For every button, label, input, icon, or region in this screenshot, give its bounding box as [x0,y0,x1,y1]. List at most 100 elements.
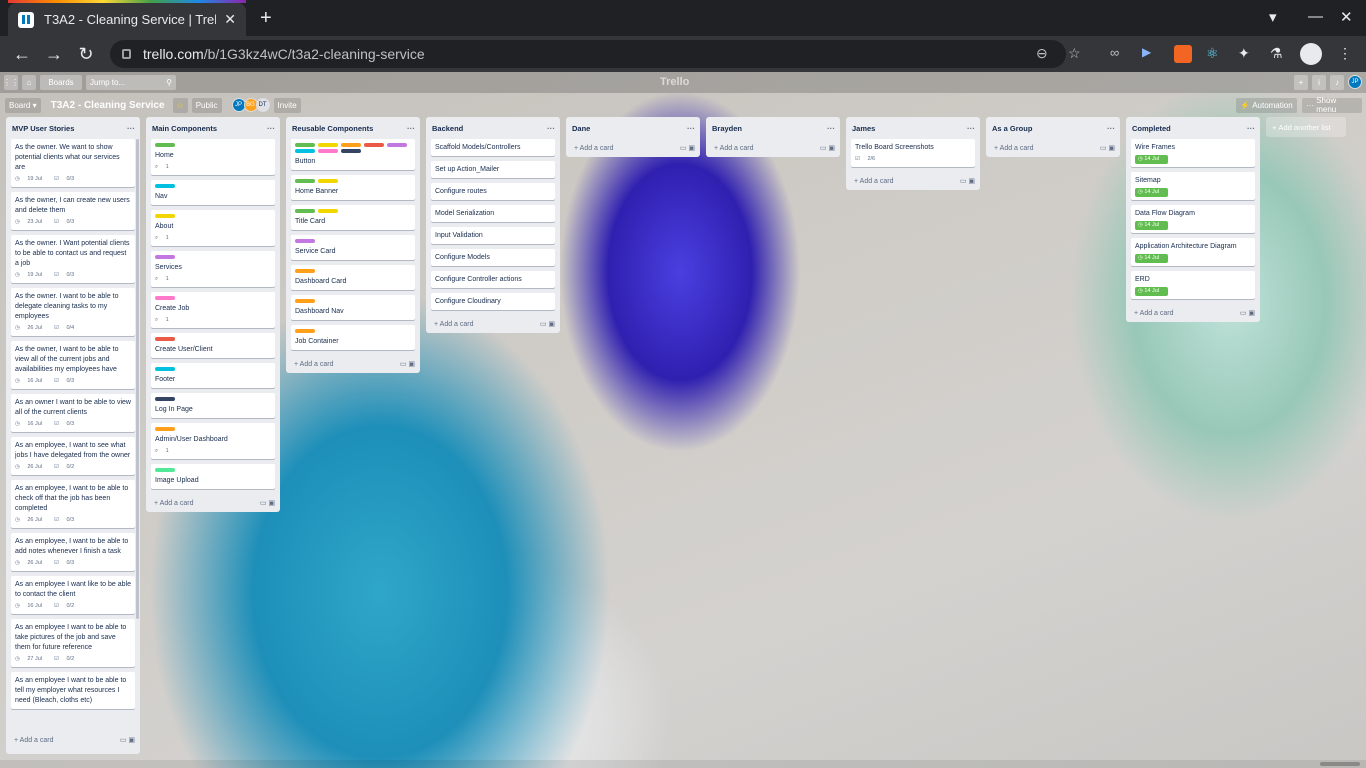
card-template-icon[interactable]: ▭ ▣ [120,736,135,744]
list-menu-icon[interactable]: ··· [547,124,555,133]
card[interactable]: Title Card [291,205,415,230]
profile-avatar-icon[interactable] [1300,43,1322,65]
card-label[interactable] [155,143,175,147]
list-title[interactable]: Main Components [152,124,217,133]
bookmark-star-icon[interactable]: ☆ [1068,45,1081,62]
back-icon[interactable]: ← [6,44,38,65]
list-header[interactable]: Backend ··· [431,117,555,139]
member-avatar[interactable]: DT [255,98,270,112]
list-title[interactable]: Reusable Components [292,124,373,133]
card[interactable]: As an employee, I want to be able to add… [11,533,135,571]
card[interactable]: Service Card [291,235,415,260]
card[interactable]: As the owner, I want to be able to view … [11,341,135,389]
reload-icon[interactable]: ↻ [70,44,102,65]
tab-search-icon[interactable]: ▾ [1269,8,1277,26]
card-label[interactable] [295,209,315,213]
card-label[interactable] [295,179,315,183]
card[interactable]: As the owner, I can create new users and… [11,192,135,230]
list-header[interactable]: As a Group ··· [991,117,1115,139]
add-card-button[interactable]: + Add a card [714,145,754,152]
card-label[interactable] [341,149,361,153]
list-menu-icon[interactable]: ··· [1247,124,1255,133]
card[interactable]: Admin/User Dashboard ⌕ 1 [151,423,275,459]
labs-flask-icon[interactable]: ⚗ [1270,45,1288,63]
card-label[interactable] [295,299,315,303]
browser-menu-icon[interactable]: ⋮ [1338,45,1356,63]
card[interactable]: As an employee I want to be able to tell… [11,672,135,709]
address-bar[interactable]: trello.com /b/1G3kz4wC/t3a2-cleaning-ser… [110,40,1081,68]
card[interactable]: Dashboard Nav [291,295,415,320]
card-label[interactable] [318,179,338,183]
list-menu-icon[interactable]: ··· [827,124,835,133]
card[interactable]: As an employee, I want to see what jobs … [11,437,135,475]
card-label[interactable] [295,239,315,243]
card-label[interactable] [318,209,338,213]
card[interactable]: Image Upload [151,464,275,489]
card[interactable]: Application Architecture Diagram ◷ 14 Jul [1131,238,1255,266]
list-header[interactable]: MVP User Stories ··· [11,117,135,139]
card-template-icon[interactable]: ▭ ▣ [680,144,695,152]
extension-infinity-icon[interactable]: ∞ [1110,45,1128,63]
card[interactable]: Configure Models [431,249,555,266]
show-menu-button[interactable]: ··· Show menu [1302,96,1362,114]
card-template-icon[interactable]: ▭ ▣ [400,360,415,368]
board-title[interactable]: T3A2 - Cleaning Service [51,100,165,111]
card[interactable]: Dashboard Card [291,265,415,290]
list-title[interactable]: Brayden [712,124,742,133]
list-header[interactable]: Brayden ··· [711,117,835,139]
card[interactable]: Home ⌕ 1 [151,139,275,175]
list-title[interactable]: MVP User Stories [12,124,74,133]
card[interactable]: Model Serialization [431,205,555,222]
notifications-bell-icon[interactable]: ♪ [1330,75,1344,90]
list-header[interactable]: Dane ··· [571,117,695,139]
add-card-button[interactable]: + Add a card [434,321,474,328]
card[interactable]: As the owner. I want to be able to deleg… [11,288,135,336]
card-label[interactable] [155,296,175,300]
automation-button[interactable]: ⚡ Automation [1236,97,1297,113]
board-view-switcher[interactable]: Board ▾ [5,97,41,113]
card[interactable]: Configure Cloudinary [431,293,555,310]
card[interactable]: As an employee I want to be able to take… [11,619,135,667]
forward-icon[interactable]: → [38,44,70,65]
card-template-icon[interactable]: ▭ ▣ [260,499,275,507]
extensions-puzzle-icon[interactable]: ✦ [1238,45,1256,63]
card-label[interactable] [155,468,175,472]
card[interactable]: Input Validation [431,227,555,244]
list-title[interactable]: Dane [572,124,590,133]
card-template-icon[interactable]: ▭ ▣ [1100,144,1115,152]
horizontal-scrollbar[interactable] [0,760,1366,768]
card-label[interactable] [155,337,175,341]
card-label[interactable] [155,214,175,218]
list-header[interactable]: Completed ··· [1131,117,1255,139]
card[interactable]: Create Job ⌕ 1 [151,292,275,328]
invite-button[interactable]: Invite [273,97,301,113]
add-another-list-button[interactable]: + Add another list [1266,117,1346,137]
list-header[interactable]: James ··· [851,117,975,139]
list-title[interactable]: Backend [432,124,463,133]
extension-play-icon[interactable]: ▶ [1142,45,1160,63]
close-window-icon[interactable]: ✕ [1340,8,1353,26]
extension-rss-icon[interactable] [1174,45,1192,63]
card-label[interactable] [364,143,384,147]
list-scrollbar[interactable] [136,139,139,619]
list-header[interactable]: Main Components ··· [151,117,275,139]
minimize-icon[interactable]: — [1308,8,1323,25]
card[interactable]: Configure routes [431,183,555,200]
card[interactable]: Services ⌕ 1 [151,251,275,287]
card-label[interactable] [295,269,315,273]
card-template-icon[interactable]: ▭ ▣ [820,144,835,152]
card[interactable]: As an owner I want to be able to view al… [11,394,135,432]
new-tab-icon[interactable]: + [260,7,272,30]
card[interactable]: Log In Page [151,393,275,418]
card-template-icon[interactable]: ▭ ▣ [540,320,555,328]
card-label[interactable] [155,184,175,188]
apps-grid-icon[interactable]: ⋮⋮ [3,75,19,90]
add-card-button[interactable]: + Add a card [14,737,54,744]
list-menu-icon[interactable]: ··· [687,124,695,133]
list-menu-icon[interactable]: ··· [1107,124,1115,133]
add-card-button[interactable]: + Add a card [854,178,894,185]
card[interactable]: Data Flow Diagram ◷ 14 Jul [1131,205,1255,233]
card[interactable]: Sitemap ◷ 14 Jul [1131,172,1255,200]
card[interactable]: Create User/Client [151,333,275,358]
user-avatar[interactable]: JP [1348,75,1362,89]
